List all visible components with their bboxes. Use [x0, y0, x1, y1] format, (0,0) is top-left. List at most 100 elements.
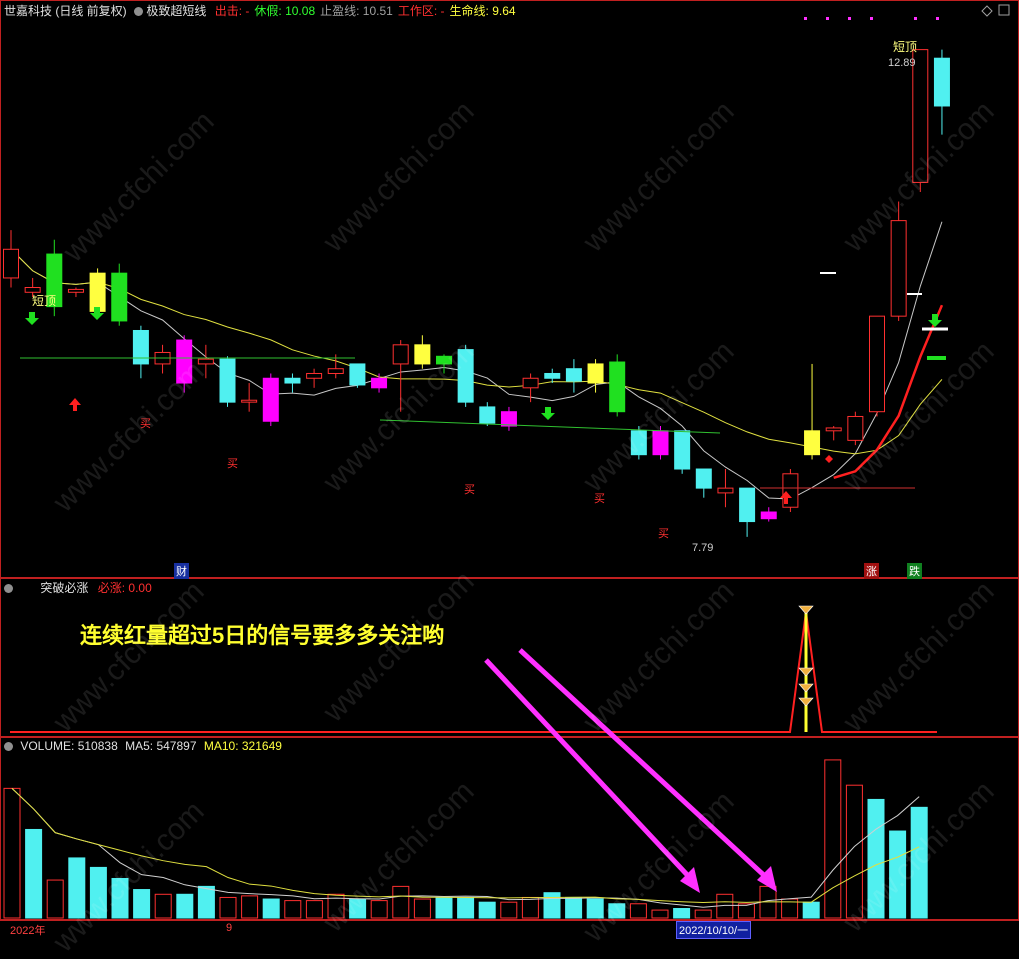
candle-body[interactable]	[241, 399, 258, 403]
candle-body[interactable]	[565, 368, 582, 382]
candle-body[interactable]	[739, 487, 756, 523]
candle-body[interactable]	[89, 272, 106, 312]
volume-bar	[565, 896, 583, 919]
short-top-label: 短顶	[893, 40, 918, 54]
ma-white-line	[10, 221, 943, 500]
buy-label: 买	[594, 493, 605, 505]
candle-body[interactable]	[176, 339, 193, 384]
red-diamond-icon	[825, 455, 833, 463]
volume-bar	[586, 898, 604, 919]
candle-body[interactable]	[544, 372, 561, 379]
volume-bar	[197, 885, 215, 919]
header-item: 工作区: -	[397, 4, 445, 18]
volume-bar	[349, 898, 367, 919]
sub1-name: 突破必涨	[40, 581, 89, 595]
buy-label: 买	[140, 418, 151, 430]
annotation-text: 连续红量超过5日的信号要多多关注哟	[80, 623, 445, 648]
header-item: 生命线: 9.64	[449, 4, 516, 18]
volume-ma10-line	[11, 787, 920, 904]
candle-body[interactable]	[825, 427, 842, 432]
indicator-dropdown[interactable]: 极致超短线	[134, 4, 210, 18]
candle-body[interactable]	[219, 358, 236, 403]
header-item: 止盈线: 10.51	[320, 4, 393, 18]
candle-body[interactable]	[522, 377, 539, 389]
volume-bar	[521, 896, 539, 919]
candle-body[interactable]	[457, 349, 474, 403]
down-arrow-icon	[541, 407, 555, 420]
annotation-arrow	[484, 658, 700, 893]
candle-body[interactable]	[695, 468, 712, 489]
candle-body[interactable]	[717, 487, 734, 494]
candle-body[interactable]	[3, 248, 19, 279]
ma10-value: 321649	[241, 739, 282, 753]
candle-body[interactable]	[392, 344, 409, 365]
volume-bar	[608, 903, 626, 919]
up-arrow-icon	[69, 398, 81, 411]
ma10-label: MA10:	[203, 739, 239, 753]
volume-bar	[3, 787, 21, 919]
volume-bar	[651, 909, 669, 919]
candle-body[interactable]	[436, 355, 452, 365]
x-axis-start: 2022年	[10, 925, 46, 937]
sub1-label: 必涨:	[97, 581, 126, 595]
volume-bar	[241, 895, 259, 919]
header-item: 休假: 10.08	[254, 4, 316, 18]
stock-chart[interactable]	[0, 0, 1019, 939]
candle-body[interactable]	[630, 430, 647, 456]
candle-body[interactable]	[587, 363, 604, 384]
candle-body[interactable]	[609, 361, 626, 413]
volume-label: VOLUME:	[20, 739, 75, 753]
sub1-value: 0.00	[128, 581, 152, 595]
volume-bar	[845, 784, 863, 919]
ma5-label: MA5:	[125, 739, 154, 753]
volume-bar	[305, 900, 323, 919]
candle-body[interactable]	[306, 372, 323, 379]
volume-bar	[457, 896, 475, 919]
down-arrow-icon	[928, 314, 942, 327]
volume-bar	[802, 901, 820, 919]
candle-body[interactable]	[890, 220, 907, 317]
buy-label: 买	[658, 528, 669, 540]
green-support-line-2	[379, 419, 721, 434]
candle-body[interactable]	[414, 344, 431, 365]
diamond-button-icon[interactable]	[981, 5, 993, 17]
main-pane-border	[0, 0, 1019, 578]
x-axis-month: 9	[226, 922, 233, 934]
candle-body[interactable]	[760, 511, 777, 520]
candle-body[interactable]	[804, 430, 821, 456]
candle-body[interactable]	[111, 272, 128, 322]
volume-bar	[543, 892, 561, 919]
sub-pane-border	[0, 578, 1019, 737]
volume-bar	[910, 806, 928, 919]
zhang-tag[interactable]: 涨	[864, 563, 879, 579]
volume-bar	[370, 900, 388, 919]
candle-body[interactable]	[479, 406, 496, 424]
square-button-icon[interactable]	[998, 4, 1010, 16]
candle-body[interactable]	[371, 377, 388, 389]
buy-label: 买	[227, 458, 238, 470]
candle-body[interactable]	[262, 377, 279, 422]
candle-body[interactable]	[652, 430, 669, 456]
candle-body[interactable]	[349, 363, 366, 386]
candle-body[interactable]	[284, 377, 301, 384]
annotation-arrow	[518, 648, 777, 892]
candle-body[interactable]	[933, 57, 950, 107]
candle-body[interactable]	[847, 415, 864, 441]
pink-dots	[804, 17, 939, 20]
cai-tag[interactable]: 财	[174, 563, 189, 579]
chevron-down-icon[interactable]	[4, 742, 13, 751]
candle-body[interactable]	[67, 288, 84, 293]
candle-body[interactable]	[132, 329, 149, 365]
volume-bar	[413, 898, 431, 919]
x-axis-selected-date[interactable]: 2022/10/10/一	[676, 921, 752, 939]
volume-bar	[500, 901, 518, 919]
candle-body[interactable]	[197, 358, 214, 365]
candle-body[interactable]	[500, 411, 517, 427]
candle-body[interactable]	[912, 49, 929, 183]
volume-bar	[111, 877, 129, 919]
chevron-down-icon[interactable]	[4, 584, 13, 593]
candle-body[interactable]	[327, 368, 344, 374]
candle-body[interactable]	[674, 430, 691, 470]
die-tag[interactable]: 跌	[907, 563, 922, 579]
candle-body[interactable]	[869, 315, 885, 413]
